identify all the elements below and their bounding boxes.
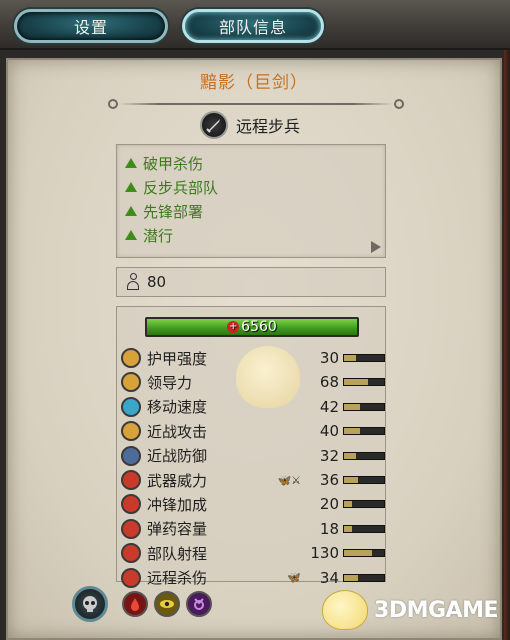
ability-triangle-icon: [125, 182, 137, 192]
unit-size: 80: [116, 267, 386, 297]
stat-label: 武器威力: [147, 471, 208, 490]
unit-name: 黯影（巨剑）: [200, 73, 308, 93]
tab-settings[interactable]: 设置: [14, 9, 168, 43]
health-bar[interactable]: + 6560: [145, 317, 359, 337]
stat-value: 30: [319, 349, 339, 367]
stat-row[interactable]: 武器威力 🦋⚔ 36: [121, 469, 385, 491]
watermark-mascot-overlay: [236, 346, 300, 408]
stat-modifier-icons: 🦋: [287, 571, 301, 585]
stat-bar: [343, 378, 385, 387]
tab-unit-info[interactable]: 部队信息: [182, 9, 324, 43]
stat-value: 130: [310, 544, 339, 563]
stat-label: 近战攻击: [147, 422, 208, 441]
stat-bar: [343, 402, 385, 411]
stat-label: 部队射程: [147, 544, 208, 563]
stat-bar: [343, 476, 385, 484]
stat-value: 18: [319, 519, 339, 538]
watermark-mascot-icon: [322, 590, 369, 630]
charge-bonus-icon: [121, 494, 141, 515]
stat-value: 36: [319, 471, 339, 489]
ability-triangle-icon: [125, 158, 137, 168]
stat-value: 20: [319, 495, 339, 514]
health-cross-icon: +: [227, 321, 240, 333]
unit-type-label: 远程步兵: [236, 117, 301, 136]
ability-triangle-icon: [125, 230, 137, 240]
stat-value: 32: [319, 446, 339, 465]
stat-label: 远程杀伤: [147, 569, 208, 588]
stat-bar-fill: [344, 477, 358, 483]
frame-rim: [504, 50, 510, 640]
stat-bar-fill: [344, 501, 352, 508]
ammunition-icon: [121, 518, 141, 539]
faction-skull-icon[interactable]: [72, 586, 108, 622]
stat-row[interactable]: 近战防御 32: [121, 445, 385, 467]
unit-type: 远程步兵: [200, 110, 300, 140]
stat-row[interactable]: 冲锋加成 20: [121, 493, 385, 515]
expand-arrow-icon[interactable]: [371, 241, 381, 253]
stat-bar: [343, 427, 385, 436]
stat-bar-fill: [344, 403, 360, 410]
stat-label: 冲锋加成: [147, 495, 208, 514]
armor-icon: [121, 348, 141, 368]
stats-panel: + 6560 护甲强度 30 领导力 68 移动速度 42 近战攻击 40 近战防御 32 武器威力…: [116, 306, 386, 588]
stat-value: 34: [319, 568, 339, 587]
stat-bar-fill: [344, 379, 368, 386]
ability-label: 反步兵部队: [143, 178, 219, 197]
ability-triangle-icon: [125, 206, 137, 216]
ability-item[interactable]: 先锋部署: [125, 201, 203, 221]
ability-label: 先锋部署: [143, 202, 204, 221]
person-icon: [125, 273, 141, 291]
unit-attributes-bar: [72, 586, 212, 622]
weapon-strength-icon: [121, 470, 141, 490]
unit-info-panel: 黯影（巨剑） 远程步兵 破甲杀伤 反步兵部队 先锋部署 潜行 80 + 6560…: [6, 58, 502, 640]
stat-bar: [343, 573, 385, 582]
stat-value: 68: [319, 373, 339, 392]
sword-icon: [200, 111, 228, 139]
ability-label: 破甲杀伤: [143, 154, 204, 173]
melee-attack-icon: [121, 421, 141, 442]
top-tab-bar: 设置 部队信息: [0, 0, 510, 50]
abilities-list: 破甲杀伤 反步兵部队 先锋部署 潜行: [116, 144, 386, 258]
blood-icon[interactable]: [122, 591, 148, 617]
ability-item[interactable]: 反步兵部队: [125, 177, 218, 197]
ability-label: 潜行: [143, 226, 174, 245]
leadership-icon: [121, 372, 141, 393]
stat-value: 40: [319, 422, 339, 441]
stat-bar: [343, 500, 385, 509]
title-divider: [108, 99, 404, 109]
stat-bar-fill: [344, 452, 356, 459]
stat-bar: [343, 354, 385, 362]
melee-defence-icon: [121, 445, 141, 466]
unit-size-value: 80: [147, 273, 167, 291]
missile-damage-icon: [121, 567, 141, 588]
stat-value: 42: [319, 397, 339, 416]
stat-bar-fill: [344, 550, 372, 557]
slaanesh-icon[interactable]: [186, 591, 212, 617]
ability-item[interactable]: 破甲杀伤: [125, 153, 203, 173]
stat-bar: [343, 451, 385, 460]
stat-bar-fill: [344, 525, 352, 532]
watermark-text: 3DMGAME: [374, 597, 498, 623]
eye-icon[interactable]: [154, 591, 180, 617]
stat-bar: [343, 524, 385, 533]
stat-label: 近战防御: [147, 447, 208, 466]
stat-bar-fill: [344, 428, 360, 435]
ability-item[interactable]: 潜行: [125, 225, 173, 245]
stat-row[interactable]: 部队射程 130: [121, 542, 385, 564]
stat-row[interactable]: 弹药容量 18: [121, 518, 385, 540]
stat-bar: [343, 549, 385, 558]
stat-bar-fill: [344, 355, 356, 361]
stat-label: 弹药容量: [147, 520, 208, 539]
speed-icon: [121, 396, 141, 417]
watermark: 3DMGAME: [322, 590, 498, 630]
stat-modifier-icons: 🦋⚔: [277, 473, 301, 487]
stat-bar-fill: [344, 574, 358, 581]
range-icon: [121, 543, 141, 564]
stat-row[interactable]: 近战攻击 40: [121, 420, 385, 442]
health-value: 6560: [241, 319, 277, 335]
